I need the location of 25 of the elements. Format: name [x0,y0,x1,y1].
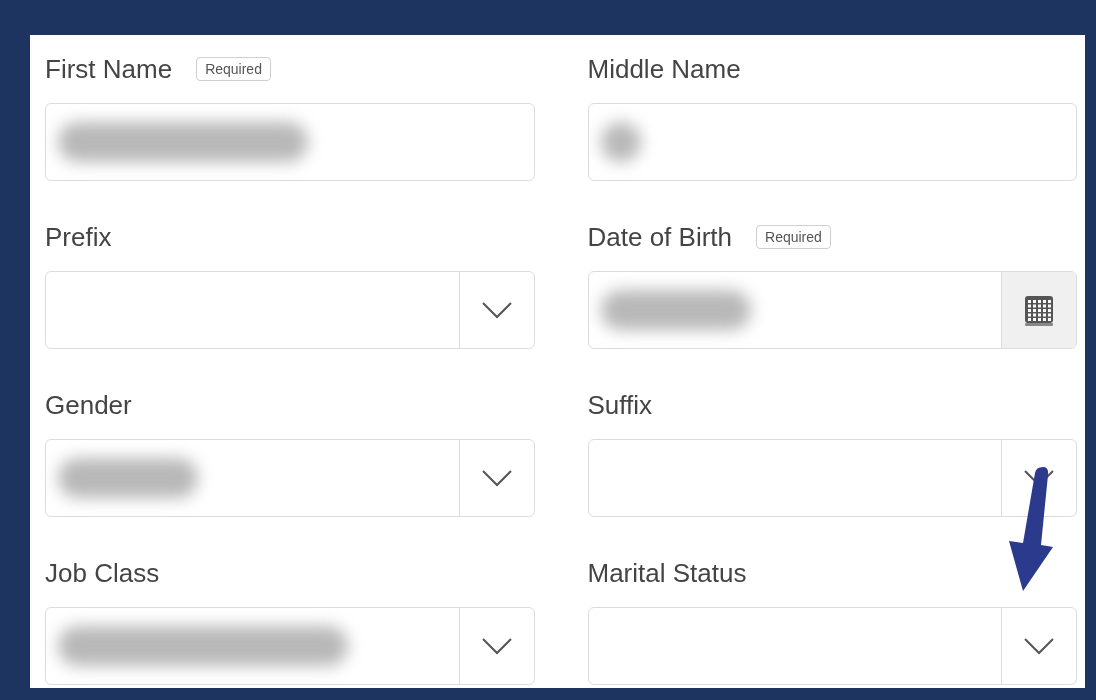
field-label: Gender [45,388,132,422]
field-label: Job Class [45,556,160,590]
field-label: First Name [45,52,173,86]
date-field[interactable] [587,271,1077,349]
calendar-button[interactable] [1001,272,1076,348]
chevron-down-icon [480,469,513,487]
field-label: Prefix [45,220,112,254]
select-field[interactable] [587,439,1077,517]
field-label: Suffix [587,388,653,422]
chevron-down-icon [1023,637,1055,655]
field-label: Date of Birth [587,220,732,254]
calendar-icon [1024,293,1054,327]
select-field[interactable] [45,607,535,685]
field-label: Marital Status [587,556,747,590]
select-field[interactable] [587,607,1077,685]
select-field[interactable] [45,439,535,517]
chevron-down-icon [480,301,513,319]
required-badge: Required [756,225,831,249]
chevron-down-icon [480,637,513,655]
blurred-value [600,122,641,162]
required-badge: Required [196,57,271,81]
text-field[interactable] [587,103,1077,181]
field-label: Middle Name [587,52,741,86]
text-field[interactable] [45,103,535,181]
select-field[interactable] [45,271,535,349]
